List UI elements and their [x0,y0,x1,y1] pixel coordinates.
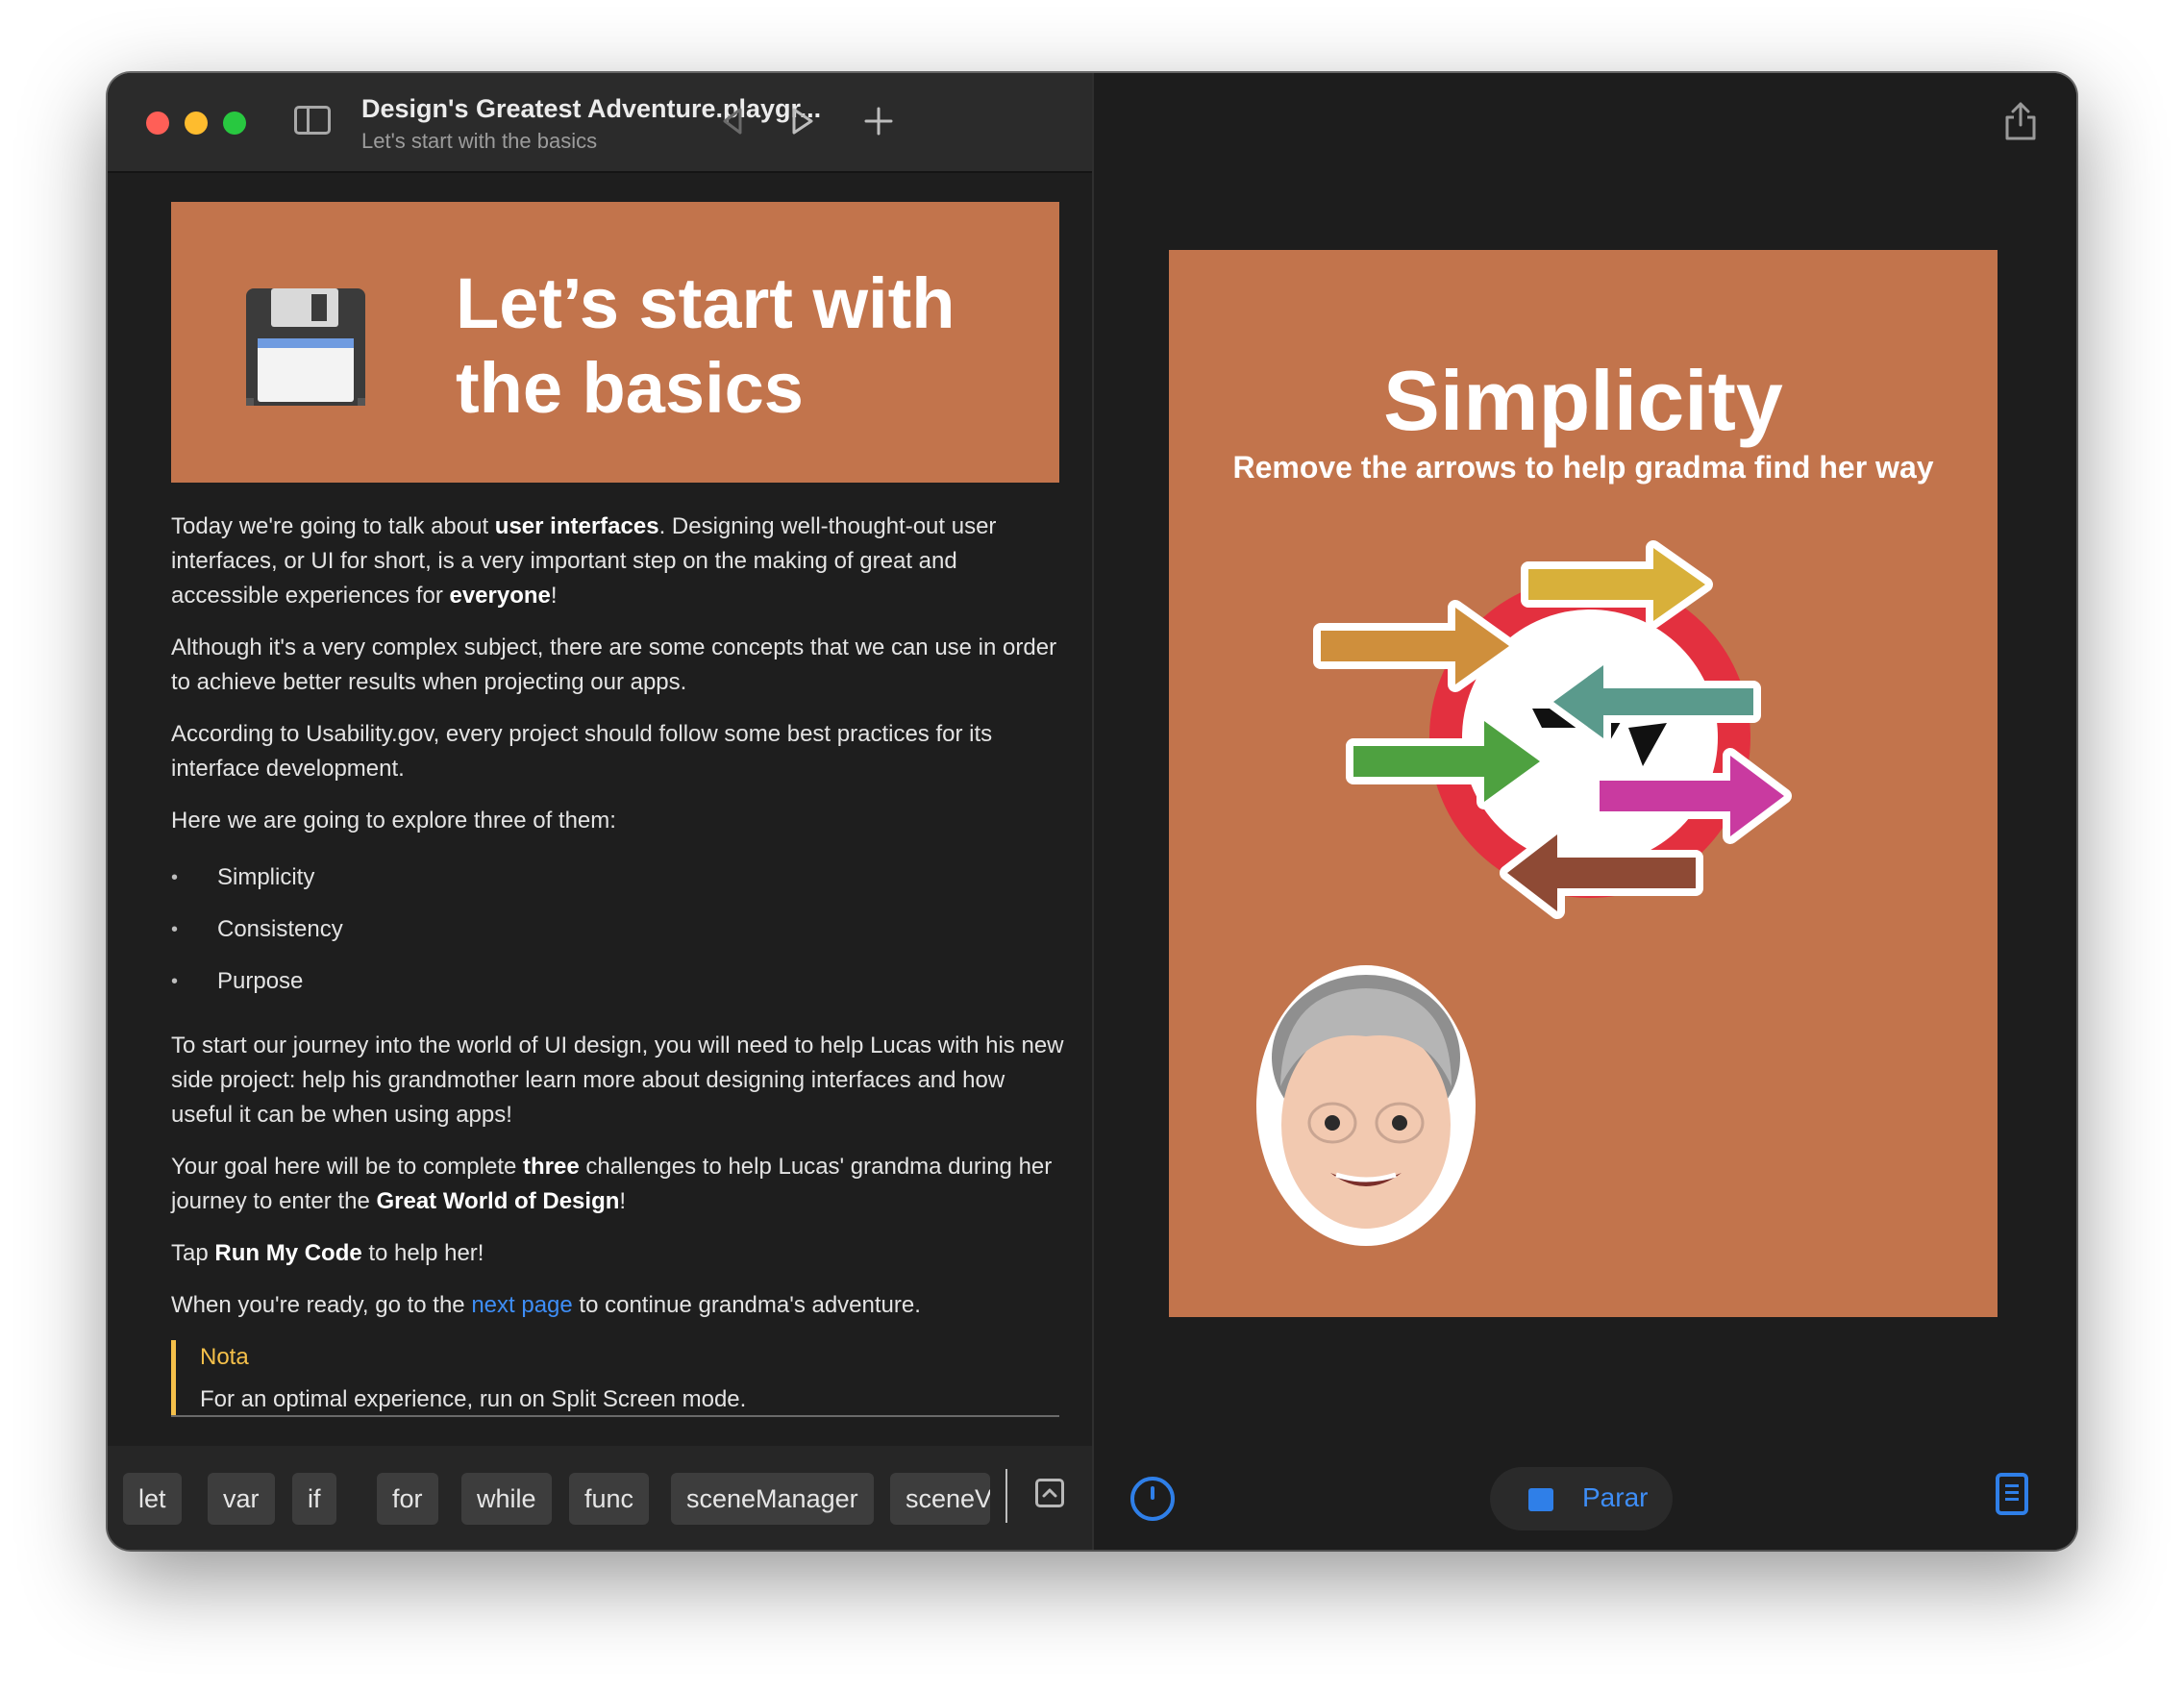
share-icon[interactable] [2001,100,2040,142]
paragraph-usability: According to Usability.gov, every projec… [171,721,993,782]
paragraph-next-page: When you're ready, go to the next page t… [171,1288,1065,1323]
note-title: Nota [200,1344,249,1370]
paragraph-complexity: Although it's a very complex subject, th… [171,634,1057,695]
grandma-avatar [1256,965,1476,1246]
window-subtitle: Let's start with the basics [361,129,598,153]
live-view-controls: Parar [1092,1446,2076,1550]
list-item: Consistency [171,908,1065,959]
bold-text: three [523,1154,580,1180]
bold-text: everyone [449,583,551,609]
sidebar-toggle-icon[interactable] [294,106,331,135]
keyword-scenev[interactable]: sceneV [890,1473,990,1525]
text: Tap [171,1240,215,1266]
arrow-orange[interactable] [1313,600,1517,692]
paragraph-goal: Your goal here will be to complete three… [171,1150,1065,1219]
document-content: Let’s start with the basics Today we're … [108,173,1092,1446]
keyword-shortcut-bar: let var if for while func sceneManager s… [108,1446,1092,1550]
keyword-while[interactable]: while [461,1473,552,1525]
expand-keyboard-icon[interactable] [1035,1479,1064,1507]
text: ! [619,1188,627,1214]
game-scene: Simplicity Remove the arrows to help gra… [1169,250,1998,1317]
bold-text: Great World of Design [376,1188,620,1214]
run-icon[interactable] [784,104,819,138]
scene-title: Simplicity [1383,353,1783,448]
window-title: Design's Greatest Adventure.playgr... [361,94,822,123]
keyword-scenemanager[interactable]: sceneManager [671,1473,874,1525]
bold-text: user interfaces [494,513,659,539]
keyword-var[interactable]: var [208,1473,275,1525]
list-item: Purpose [171,959,1065,1011]
paragraph-intro: Today we're going to talk about user int… [171,510,1065,613]
close-window-button[interactable] [146,112,169,135]
add-icon[interactable] [861,104,896,138]
editor-pane: Design's Greatest Adventure.playgr... Le… [108,73,1092,1550]
divider [171,1415,1059,1417]
text: Your goal here will be to complete [171,1154,523,1180]
keyword-if[interactable]: if [292,1473,336,1525]
text: to continue grandma's adventure. [572,1292,921,1318]
speed-gauge-icon[interactable] [1130,1477,1175,1521]
scene-subtitle: Remove the arrows to help gradma find he… [1232,450,1934,485]
arrows-puzzle [1313,540,1792,919]
previous-page-icon[interactable] [715,104,750,138]
keyword-for[interactable]: for [377,1473,438,1525]
bold-text: Run My Code [214,1240,362,1266]
zoom-window-button[interactable] [223,112,246,135]
list-item: Simplicity [171,856,1065,908]
article-body: Today we're going to talk about user int… [171,510,1065,1417]
concepts-list: Simplicity Consistency Purpose [171,856,1065,1011]
keyword-separator [1005,1469,1007,1523]
minimize-window-button[interactable] [185,112,208,135]
glossary-document-icon[interactable] [1996,1473,2028,1515]
paragraph-run-code: Tap Run My Code to help her! [171,1236,1065,1271]
note-callout: Nota For an optimal experience, run on S… [171,1340,1065,1417]
banner-title: Let’s start with the basics [456,263,956,428]
keyword-func[interactable]: func [569,1473,650,1525]
text: ! [550,583,558,609]
note-body: For an optimal experience, run on Split … [200,1386,747,1412]
title-bar: Design's Greatest Adventure.playgr... Le… [108,73,1092,173]
text: to help her! [361,1240,484,1266]
text: Today we're going to talk about [171,513,495,539]
text: When you're ready, go to the [171,1292,472,1318]
next-page-link[interactable]: next page [471,1292,572,1318]
keyword-let[interactable]: let [123,1473,182,1525]
paragraph-explore: Here we are going to explore three of th… [171,808,616,834]
floppy-disk-icon [246,288,365,406]
page-banner: Let’s start with the basics [171,202,1059,483]
stop-button[interactable]: Parar [1490,1467,1673,1530]
stop-label: Parar [1582,1482,1649,1512]
stop-icon [1528,1488,1553,1511]
paragraph-journey: To start our journey into the world of U… [171,1033,1064,1128]
